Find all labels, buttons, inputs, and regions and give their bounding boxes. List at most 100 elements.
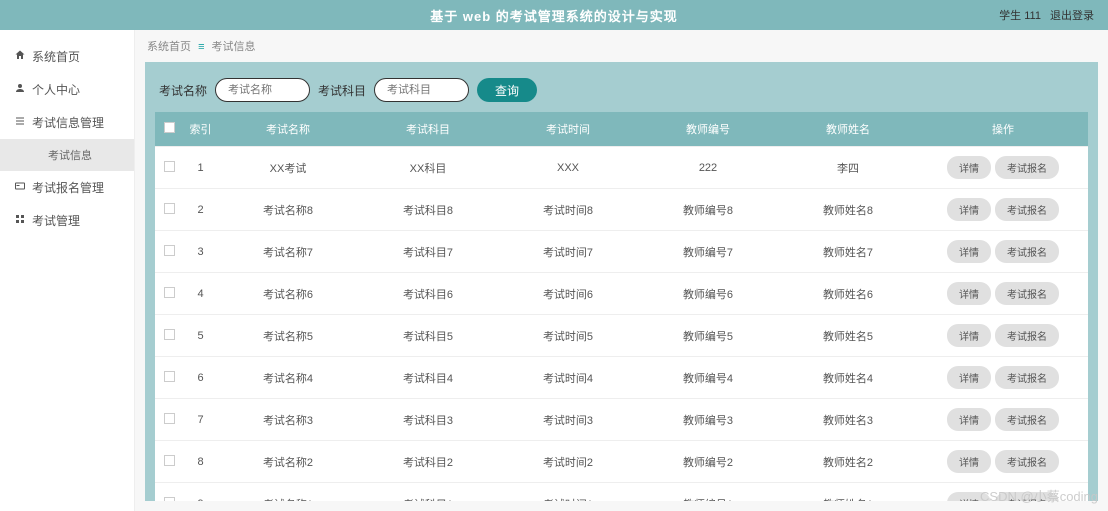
signup-button[interactable]: 考试报名 [995, 324, 1059, 347]
signup-button[interactable]: 考试报名 [995, 408, 1059, 431]
signup-button[interactable]: 考试报名 [995, 450, 1059, 473]
row-checkbox[interactable] [164, 245, 175, 256]
cell-subject: 考试科目8 [358, 189, 498, 231]
cell-time: 考试时间1 [498, 483, 638, 502]
th-check[interactable] [155, 112, 183, 147]
page-title: 基于 web 的考试管理系统的设计与实现 [430, 6, 678, 25]
cell-index: 2 [183, 189, 218, 231]
detail-button[interactable]: 详情 [947, 450, 991, 473]
header-user-area: 学生 111 退出登录 [993, 7, 1094, 23]
detail-button[interactable]: 详情 [947, 408, 991, 431]
cell-time: 考试时间2 [498, 441, 638, 483]
sidebar-item-5[interactable]: 考试管理 [0, 204, 134, 237]
logout-link[interactable]: 退出登录 [1050, 10, 1094, 22]
table-row: 7考试名称3考试科目3考试时间3教师编号3教师姓名3详情考试报名 [155, 399, 1088, 441]
cell-name: XX考试 [218, 147, 358, 189]
cell-teacher-name: 教师姓名7 [778, 231, 918, 273]
cell-teacher-name: 李四 [778, 147, 918, 189]
sidebar-item-label: 系统首页 [32, 48, 80, 65]
row-checkbox[interactable] [164, 371, 175, 382]
cell-time: 考试时间6 [498, 273, 638, 315]
breadcrumb-root[interactable]: 系统首页 [147, 41, 191, 53]
cell-index: 3 [183, 231, 218, 273]
signup-button[interactable]: 考试报名 [995, 156, 1059, 179]
exam-name-input[interactable] [215, 78, 310, 102]
cell-name: 考试名称1 [218, 483, 358, 502]
cell-teacher-id: 教师编号2 [638, 441, 778, 483]
th-teacher-id: 教师编号 [638, 112, 778, 147]
signup-button[interactable]: 考试报名 [995, 198, 1059, 221]
row-checkbox[interactable] [164, 287, 175, 298]
cell-teacher-id: 222 [638, 147, 778, 189]
cell-time: 考试时间3 [498, 399, 638, 441]
table-row: 1XX考试XX科目XXX222李四详情考试报名 [155, 147, 1088, 189]
sidebar-item-2[interactable]: 考试信息管理 [0, 106, 134, 139]
cell-time: 考试时间8 [498, 189, 638, 231]
exam-name-label: 考试名称 [159, 82, 207, 99]
breadcrumb: 系统首页 ≡ 考试信息 [135, 30, 1108, 62]
detail-button[interactable]: 详情 [947, 198, 991, 221]
cell-index: 8 [183, 441, 218, 483]
th-name: 考试名称 [218, 112, 358, 147]
row-checkbox[interactable] [164, 203, 175, 214]
cell-teacher-id: 教师编号5 [638, 315, 778, 357]
signup-button[interactable]: 考试报名 [995, 282, 1059, 305]
cell-teacher-name: 教师姓名4 [778, 357, 918, 399]
detail-button[interactable]: 详情 [947, 492, 991, 501]
content-panel: 考试名称 考试科目 查询 索引 考试名称 考试科目 考试时间 教师 [145, 62, 1098, 501]
row-checkbox[interactable] [164, 161, 175, 172]
row-checkbox[interactable] [164, 497, 175, 502]
sidebar-item-label: 考试信息管理 [32, 114, 104, 131]
checkbox-icon[interactable] [164, 122, 175, 133]
cell-index: 4 [183, 273, 218, 315]
table-row: 3考试名称7考试科目7考试时间7教师编号7教师姓名7详情考试报名 [155, 231, 1088, 273]
exam-subject-input[interactable] [374, 78, 469, 102]
signup-button[interactable]: 考试报名 [995, 240, 1059, 263]
cell-time: 考试时间4 [498, 357, 638, 399]
cell-teacher-id: 教师编号1 [638, 483, 778, 502]
table-header-row: 索引 考试名称 考试科目 考试时间 教师编号 教师姓名 操作 [155, 112, 1088, 147]
th-op: 操作 [918, 112, 1088, 147]
cell-teacher-name: 教师姓名1 [778, 483, 918, 502]
sidebar: 系统首页个人中心考试信息管理考试信息考试报名管理考试管理 [0, 30, 135, 511]
table-row: 8考试名称2考试科目2考试时间2教师编号2教师姓名2详情考试报名 [155, 441, 1088, 483]
cell-index: 1 [183, 147, 218, 189]
filter-bar: 考试名称 考试科目 查询 [155, 72, 1088, 112]
table-row: 2考试名称8考试科目8考试时间8教师编号8教师姓名8详情考试报名 [155, 189, 1088, 231]
cell-time: 考试时间5 [498, 315, 638, 357]
cell-time: 考试时间7 [498, 231, 638, 273]
sidebar-item-1[interactable]: 个人中心 [0, 73, 134, 106]
row-checkbox[interactable] [164, 413, 175, 424]
detail-button[interactable]: 详情 [947, 156, 991, 179]
table-row: 6考试名称4考试科目4考试时间4教师编号4教师姓名4详情考试报名 [155, 357, 1088, 399]
grid-icon [14, 213, 26, 228]
home-icon [14, 49, 26, 64]
row-checkbox[interactable] [164, 329, 175, 340]
cell-name: 考试名称5 [218, 315, 358, 357]
cell-name: 考试名称6 [218, 273, 358, 315]
signup-button[interactable]: 考试报名 [995, 492, 1059, 501]
cell-teacher-name: 教师姓名3 [778, 399, 918, 441]
cell-teacher-id: 教师编号4 [638, 357, 778, 399]
app-header: 基于 web 的考试管理系统的设计与实现 学生 111 退出登录 [0, 0, 1108, 30]
sidebar-item-3[interactable]: 考试信息 [0, 139, 134, 171]
detail-button[interactable]: 详情 [947, 282, 991, 305]
cell-index: 7 [183, 399, 218, 441]
detail-button[interactable]: 详情 [947, 366, 991, 389]
sidebar-item-label: 个人中心 [32, 81, 80, 98]
sidebar-item-0[interactable]: 系统首页 [0, 40, 134, 73]
sidebar-item-label: 考试报名管理 [32, 179, 104, 196]
cell-subject: 考试科目2 [358, 441, 498, 483]
query-button[interactable]: 查询 [477, 78, 537, 102]
detail-button[interactable]: 详情 [947, 240, 991, 263]
cell-time: XXX [498, 147, 638, 189]
exam-table: 索引 考试名称 考试科目 考试时间 教师编号 教师姓名 操作 1XX考试XX科目… [155, 112, 1088, 501]
signup-button[interactable]: 考试报名 [995, 366, 1059, 389]
cell-subject: 考试科目6 [358, 273, 498, 315]
row-checkbox[interactable] [164, 455, 175, 466]
table-row: 9考试名称1考试科目1考试时间1教师编号1教师姓名1详情考试报名 [155, 483, 1088, 502]
current-user[interactable]: 学生 111 [999, 10, 1041, 22]
cell-name: 考试名称4 [218, 357, 358, 399]
sidebar-item-4[interactable]: 考试报名管理 [0, 171, 134, 204]
detail-button[interactable]: 详情 [947, 324, 991, 347]
